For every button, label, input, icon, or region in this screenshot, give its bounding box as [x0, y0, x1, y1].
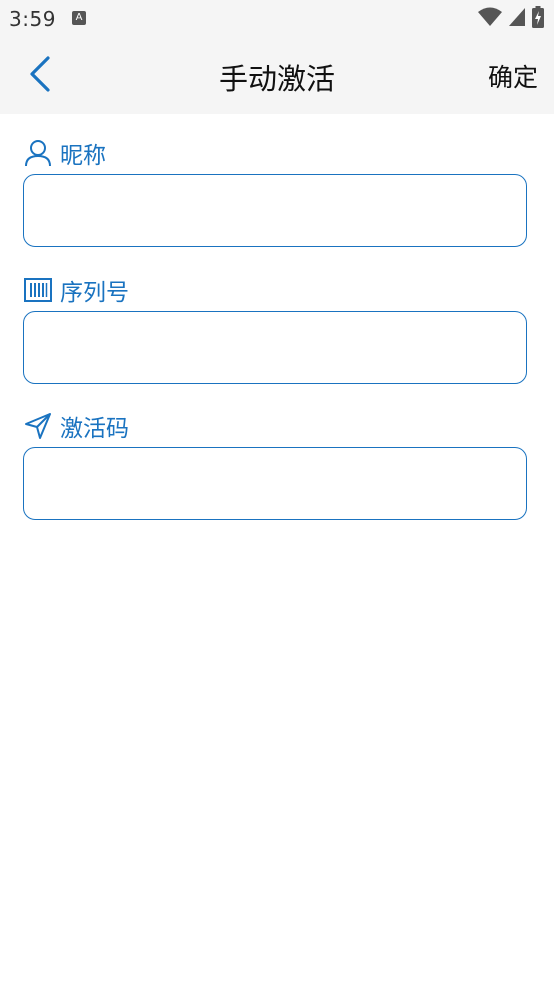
serial-input[interactable]	[23, 311, 527, 384]
nickname-input[interactable]	[23, 174, 527, 247]
activation-code-input[interactable]	[23, 447, 527, 520]
status-bar: 3:59 A	[0, 0, 554, 38]
page-title: 手动激活	[218, 62, 335, 96]
status-icons	[478, 6, 544, 32]
nickname-label-text: 昵称	[60, 143, 106, 169]
wifi-icon	[478, 7, 502, 31]
activation-code-label-text: 激活码	[60, 416, 129, 442]
status-time: 3:59	[9, 7, 56, 31]
send-icon	[24, 412, 52, 440]
serial-label: 序列号	[24, 274, 129, 306]
serial-label-text: 序列号	[60, 280, 129, 306]
barcode-icon	[24, 276, 52, 304]
user-icon	[24, 139, 52, 167]
confirm-button[interactable]: 确定	[488, 58, 538, 94]
activation-code-label: 激活码	[24, 410, 129, 442]
app-bar: 手动激活 确定	[0, 38, 554, 114]
battery-charging-icon	[532, 6, 544, 32]
a-notification-icon: A	[72, 11, 86, 25]
cell-signal-icon	[508, 7, 526, 31]
nickname-label: 昵称	[24, 137, 106, 169]
